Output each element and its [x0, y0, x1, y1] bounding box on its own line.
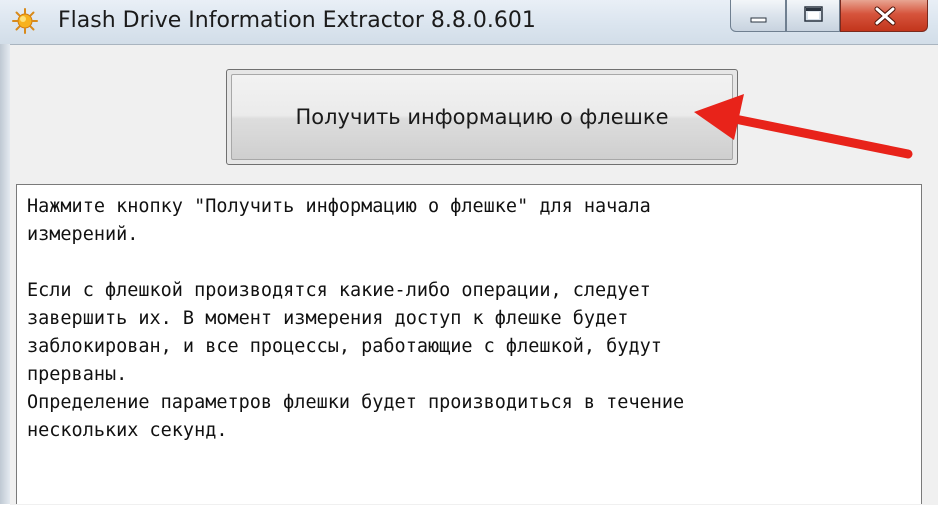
log-line: заблокирован, и все процессы, работающие… — [27, 336, 662, 357]
title-bar[interactable]: Flash Drive Information Extractor 8.8.0.… — [0, 0, 938, 44]
maximize-button[interactable] — [786, 0, 840, 32]
log-line: завершить их. В момент измерения доступ … — [27, 308, 629, 329]
maximize-icon — [804, 6, 823, 22]
log-line: измерений. — [27, 224, 139, 245]
sun-app-icon — [12, 8, 38, 34]
log-line: Нажмите кнопку "Получить информацию о фл… — [27, 196, 651, 217]
get-flash-info-button[interactable]: Получить информацию о флешке — [226, 69, 738, 165]
app-window: Flash Drive Information Extractor 8.8.0.… — [0, 0, 938, 505]
window-title: Flash Drive Information Extractor 8.8.0.… — [58, 8, 536, 33]
info-log-textarea[interactable]: Нажмите кнопку "Получить информацию о фл… — [16, 184, 922, 504]
close-icon — [874, 6, 896, 26]
minimize-button[interactable] — [730, 0, 786, 32]
close-button[interactable] — [840, 0, 928, 32]
minimize-icon — [750, 17, 767, 23]
log-line: прерваны. — [27, 364, 128, 385]
log-line: нескольких секунд. — [27, 420, 228, 441]
log-line — [27, 249, 911, 277]
window-frame-left — [0, 44, 10, 504]
log-line: Если с флешкой производятся какие-либо о… — [27, 280, 651, 301]
get-flash-info-button-face[interactable]: Получить информацию о флешке — [231, 74, 733, 160]
log-line: Определение параметров флешки будет прои… — [27, 392, 685, 413]
get-flash-info-button-label: Получить информацию о флешке — [295, 105, 669, 129]
